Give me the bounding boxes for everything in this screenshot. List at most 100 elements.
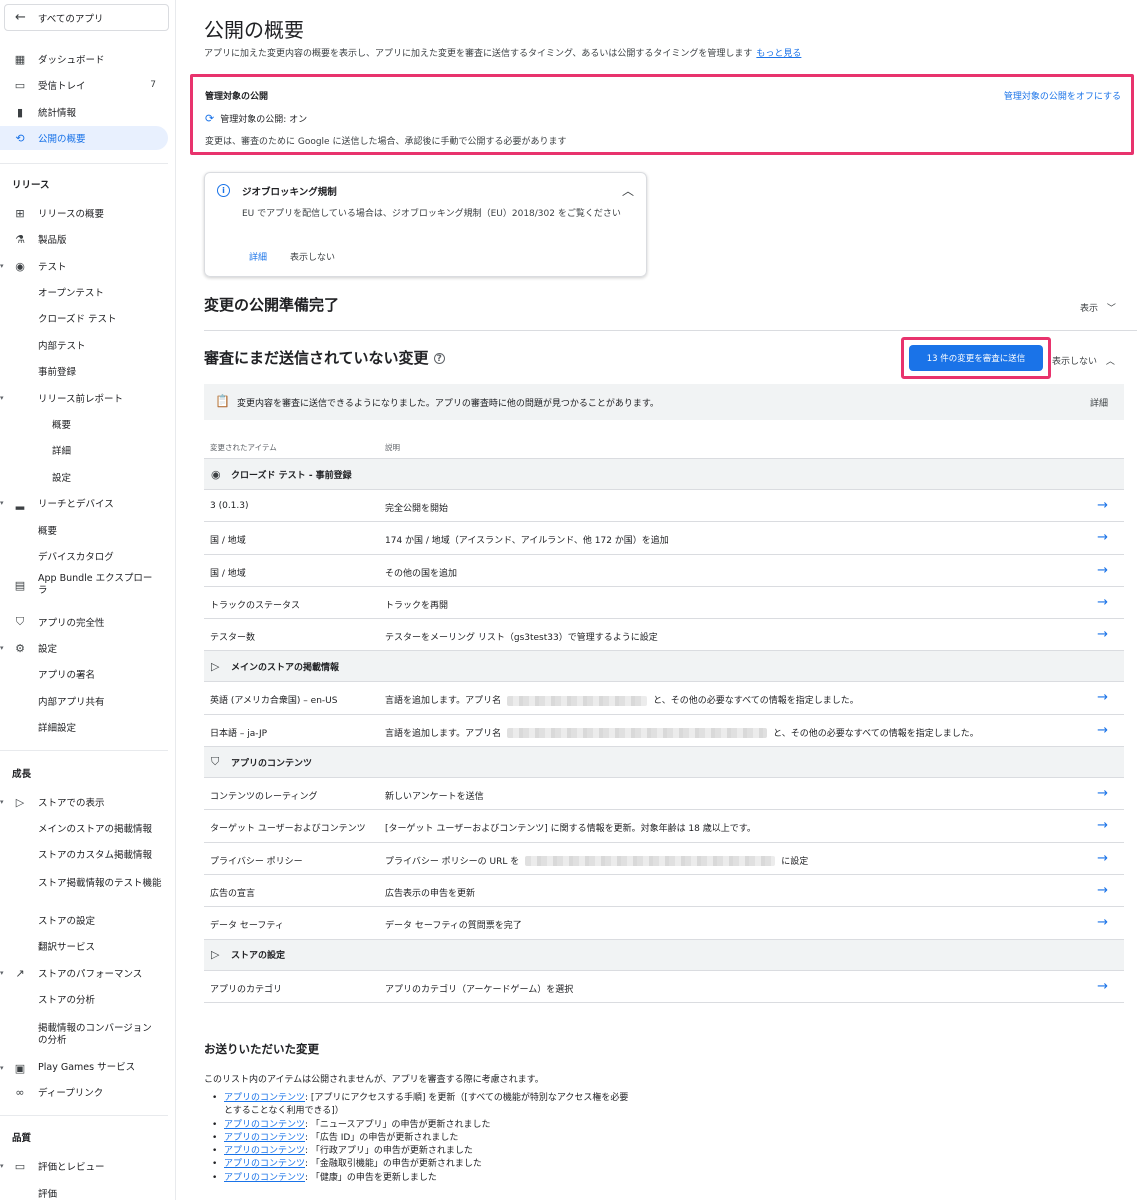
- table-row[interactable]: アプリのカテゴリ アプリのカテゴリ（アーケードゲーム）を選択 →: [204, 969, 1124, 1002]
- submitted-list: アプリのコンテンツ: [アプリにアクセスする手順] を更新（[すべての機能が特別…: [212, 1092, 632, 1185]
- sidebar-item-sub[interactable]: 詳細: [0, 438, 168, 462]
- table-row[interactable]: ターゲット ユーザーおよびコンテンツ [ターゲット ユーザーおよびコンテンツ] に…: [204, 809, 1124, 841]
- change-description: 広告表示の申告を更新: [385, 886, 475, 899]
- sidebar-item-sub[interactable]: ストア掲載情報のテスト機能: [0, 870, 168, 894]
- sidebar-item-label: クローズド テスト: [38, 314, 117, 325]
- learn-more-link[interactable]: もっと見る: [756, 49, 801, 59]
- arrow-forward-icon[interactable]: →: [1097, 627, 1108, 642]
- table-group-header: ▷ メインのストアの掲載情報: [204, 650, 1124, 682]
- geo-body: EU でアプリを配信している場合は、ジオブロッキング規制（EU）2018/302…: [242, 209, 621, 219]
- sidebar-item-signal-icon[interactable]: ▾ ▂ リーチとデバイス: [0, 491, 168, 515]
- table-row[interactable]: プライバシー ポリシー プライバシー ポリシーの URL を に設定 →: [204, 841, 1124, 874]
- sidebar-item-label: ストアの設定: [38, 916, 96, 927]
- sidebar-item-sub[interactable]: メインのストアの掲載情報: [0, 816, 168, 840]
- table-row[interactable]: コンテンツのレーティング 新しいアンケートを送信 →: [204, 777, 1124, 809]
- help-icon[interactable]: ?: [433, 353, 445, 364]
- geo-details-button[interactable]: 詳細: [249, 250, 267, 263]
- arrow-forward-icon[interactable]: →: [1097, 883, 1108, 898]
- arrow-forward-icon[interactable]: →: [1097, 979, 1108, 994]
- caret-down-icon: ▾: [0, 262, 4, 270]
- sidebar-item-sub[interactable]: ストアの設定: [0, 908, 168, 932]
- sidebar-item-review-icon[interactable]: ▾ ▭ 評価とレビュー: [0, 1154, 168, 1178]
- sidebar-item-bundle-icon[interactable]: ▤ App Bundle エクスプローラ: [0, 570, 168, 600]
- arrow-forward-icon[interactable]: →: [1097, 690, 1108, 705]
- changed-item: アプリのカテゴリ: [210, 984, 283, 995]
- app-content-link[interactable]: アプリのコンテンツ: [224, 1173, 305, 1183]
- sidebar-item-sub[interactable]: 概要: [0, 518, 168, 542]
- table-row[interactable]: データ セーフティ データ セーフティの質問票を完了 →: [204, 906, 1124, 938]
- app-content-link[interactable]: アプリのコンテンツ: [224, 1146, 305, 1156]
- sidebar-item-label: ストアの分析: [38, 995, 96, 1006]
- sidebar-item-play-circle-icon[interactable]: ▾ ◉ テスト: [0, 254, 168, 278]
- table-row[interactable]: 3 (0.1.3) 完全公開を開始 →: [204, 489, 1124, 521]
- table-row[interactable]: 英語 (アメリカ合衆国) – en-US 言語を追加します。アプリ名 と、その他の必…: [204, 681, 1124, 713]
- arrow-forward-icon[interactable]: →: [1097, 563, 1108, 578]
- arrow-forward-icon[interactable]: →: [1097, 595, 1108, 610]
- description-text: トラックを再開: [385, 600, 449, 611]
- sidebar-item-sub[interactable]: 内部テスト: [0, 333, 168, 357]
- sidebar-item-sub[interactable]: ▾ リリース前レポート: [0, 386, 168, 410]
- list-item: アプリのコンテンツ: 「健康」の申告を更新しました: [212, 1172, 632, 1186]
- sidebar-item-sub[interactable]: 内部アプリ共有: [0, 689, 168, 713]
- sidebar-item-sub[interactable]: ストアのカスタム掲載情報: [0, 842, 168, 866]
- sidebar-item-inbox-icon[interactable]: ▭ 受信トレイ 7: [0, 73, 168, 97]
- sidebar-item-sub[interactable]: 事前登録: [0, 359, 168, 383]
- change-description: データ セーフティの質問票を完了: [385, 918, 522, 931]
- pending-toggle[interactable]: 表示しない ︿: [1052, 354, 1115, 367]
- sidebar-item-sub[interactable]: 掲載情報のコンバージョンの分析: [0, 1020, 168, 1050]
- sidebar-item-sub[interactable]: 設定: [0, 465, 168, 489]
- description-text: [ターゲット ユーザーおよびコンテンツ] に関する情報を更新。対象年齢は 18 …: [385, 824, 756, 835]
- arrow-forward-icon[interactable]: →: [1097, 498, 1108, 513]
- sidebar-item-label: 概要: [52, 420, 72, 431]
- table-row[interactable]: 国 / 地域 その他の国を追加 →: [204, 553, 1124, 586]
- arrow-forward-icon[interactable]: →: [1097, 818, 1108, 833]
- arrow-forward-icon[interactable]: →: [1097, 851, 1108, 866]
- app-content-link[interactable]: アプリのコンテンツ: [224, 1120, 305, 1130]
- sidebar-item-sub[interactable]: ストアの分析: [0, 987, 168, 1011]
- arrow-forward-icon[interactable]: →: [1097, 723, 1108, 738]
- sidebar-item-bar-chart-icon[interactable]: ▮ 統計情報: [0, 100, 168, 124]
- arrow-forward-icon[interactable]: →: [1097, 915, 1108, 930]
- app-content-link[interactable]: アプリのコンテンツ: [224, 1159, 305, 1169]
- sidebar-item-trending-icon[interactable]: ▾ ↗ ストアのパフォーマンス: [0, 961, 168, 985]
- table-row[interactable]: 国 / 地域 174 か国 / 地域（アイスランド、アイルランド、他 172 か国…: [204, 521, 1124, 553]
- sidebar-item-sub[interactable]: 評価: [0, 1181, 168, 1200]
- sidebar-item-sub[interactable]: アプリの署名: [0, 662, 168, 686]
- changed-item: データ セーフティ: [210, 921, 284, 932]
- sidebar-item-sub[interactable]: クローズド テスト: [0, 306, 168, 330]
- geo-dismiss-button[interactable]: 表示しない: [290, 250, 335, 263]
- description-text-suffix: に設定: [781, 856, 809, 867]
- chevron-up-icon[interactable]: ︿: [622, 182, 634, 199]
- arrow-forward-icon[interactable]: →: [1097, 786, 1108, 801]
- all-apps-button[interactable]: ← すべてのアプリ: [4, 4, 169, 31]
- table-row[interactable]: テスター数 テスターをメーリング リスト（gs3test33）で管理するように設定…: [204, 618, 1124, 650]
- app-content-link[interactable]: アプリのコンテンツ: [224, 1133, 305, 1143]
- sidebar-item-sub[interactable]: 概要: [0, 412, 168, 436]
- subtitle-text: アプリに加えた変更内容の概要を表示し、アプリに加えた変更を審査に送信するタイミン…: [204, 49, 753, 59]
- sidebar-item-gamepad-icon[interactable]: ▾ ▣ Play Games サービス: [0, 1053, 168, 1083]
- send-for-review-button[interactable]: 13 件の変更を審査に送信: [909, 345, 1043, 371]
- sidebar-item-shield-icon[interactable]: ⛉ アプリの完全性: [0, 610, 168, 634]
- table-row[interactable]: 日本語 – ja-JP 言語を追加します。アプリ名 と、その他の必要なすべての情報を…: [204, 713, 1124, 746]
- ready-toggle[interactable]: 表示 ﹀: [1080, 301, 1116, 314]
- sidebar-item-play-store-icon[interactable]: ▾ ▷ ストアでの表示: [0, 790, 168, 814]
- sidebar-item-sub[interactable]: 翻訳サービス: [0, 934, 168, 958]
- sidebar-item-gear-icon[interactable]: ▾ ⚙ 設定: [0, 636, 168, 660]
- turn-off-managed-link[interactable]: 管理対象の公開をオフにする: [1004, 89, 1121, 102]
- arrow-forward-icon[interactable]: →: [1097, 530, 1108, 545]
- table-row[interactable]: トラックのステータス トラックを再開 →: [204, 585, 1124, 618]
- sidebar-item-label: 概要: [38, 526, 58, 537]
- sidebar-item-grid-icon[interactable]: ⊞ リリースの概要: [0, 201, 168, 225]
- sidebar-item-sub[interactable]: 詳細設定: [0, 715, 168, 739]
- sidebar-item-sub[interactable]: デバイスカタログ: [0, 544, 168, 568]
- sidebar-item-sub[interactable]: オープンテスト: [0, 280, 168, 304]
- table-row[interactable]: 広告の宣言 広告表示の申告を更新 →: [204, 873, 1124, 906]
- sidebar-item-link-icon[interactable]: ∞ ディープリンク: [0, 1080, 168, 1104]
- inbox-count-badge: 7: [150, 80, 156, 90]
- sidebar-item-publishing-icon[interactable]: ⟲ 公開の概要: [0, 126, 168, 150]
- sidebar-item-flask-icon[interactable]: ⚗ 製品版: [0, 227, 168, 251]
- submitted-description: このリスト内のアイテムは公開されませんが、アプリを審査する際に考慮されます。: [204, 1075, 544, 1085]
- sidebar-item-dashboard-icon[interactable]: ▦ ダッシュボード: [0, 47, 168, 71]
- notice-details-link[interactable]: 詳細: [1090, 396, 1108, 409]
- app-content-link[interactable]: アプリのコンテンツ: [224, 1093, 305, 1103]
